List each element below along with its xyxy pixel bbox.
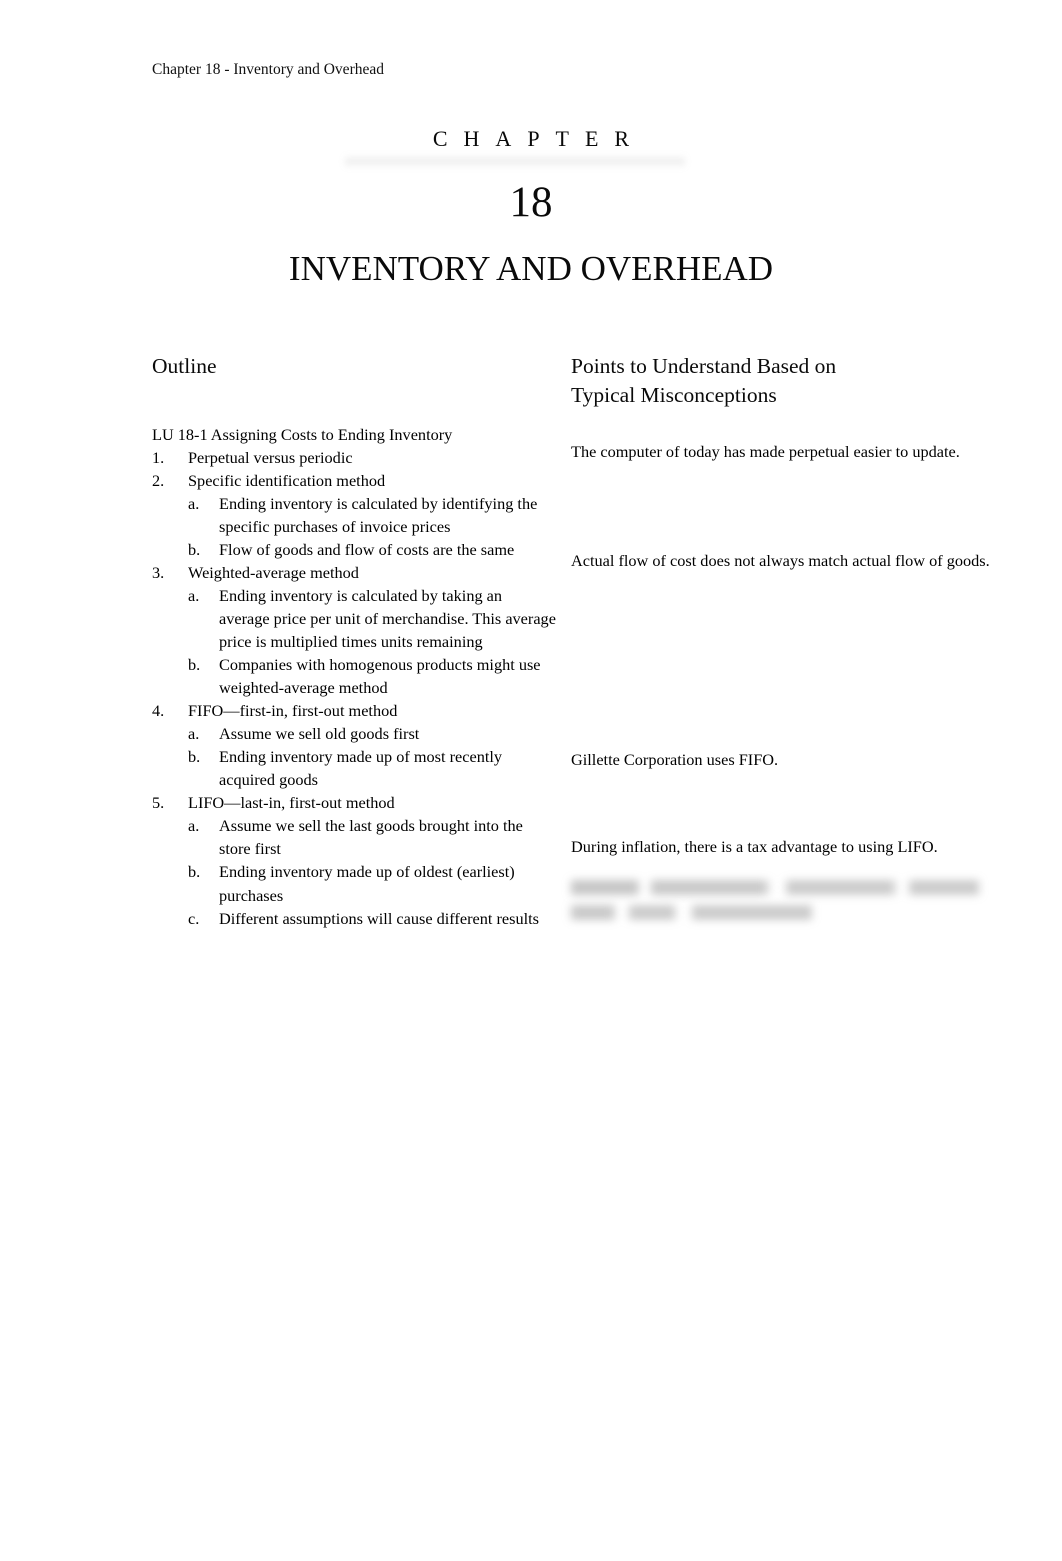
outline-subitem: a. Ending inventory is calculated by tak…: [152, 584, 556, 653]
outline-subitem-marker: b.: [188, 862, 201, 882]
redacted-note-block: [571, 880, 981, 930]
points-heading-line-1: Points to Understand Based on: [571, 354, 837, 378]
redacted-text-line: [571, 905, 813, 920]
chapter-rule-redacted: [345, 155, 685, 168]
outline-sublist: a. Ending inventory is calculated by ide…: [152, 492, 556, 561]
outline-subitem: b. Companies with homogenous products mi…: [152, 653, 556, 699]
outline-subitem-text: Ending inventory made up of most recentl…: [219, 747, 503, 790]
learning-unit-line: LU 18-1 Assigning Costs to Ending Invent…: [152, 424, 453, 444]
outline-item-marker: 5.: [152, 793, 165, 813]
outline-item-text: Perpetual versus periodic: [188, 447, 353, 467]
outline-subitem: c. Different assumptions will cause diff…: [152, 907, 556, 930]
outline-subitem-marker: a.: [188, 493, 200, 513]
outline-subitem-marker: a.: [188, 724, 200, 744]
outline-subitem: b. Flow of goods and flow of costs are t…: [152, 538, 556, 561]
document-page: Chapter 18 - Inventory and Overhead CHAP…: [0, 0, 1062, 1561]
outline-subitem-text: Ending inventory is calculated by taking…: [219, 585, 556, 652]
points-heading: Points to Understand Based on Typical Mi…: [571, 352, 1003, 409]
outline-list: 1. Perpetual versus periodic 2. Specific…: [152, 446, 556, 930]
outline-subitem-marker: a.: [188, 816, 200, 836]
chapter-title: INVENTORY AND OVERHEAD: [288, 248, 774, 288]
points-column: Points to Understand Based on Typical Mi…: [571, 352, 1003, 920]
outline-subitem: b. Ending inventory made up of oldest (e…: [152, 860, 556, 906]
outline-item-text: FIFO—first-in, first-out method: [188, 701, 398, 721]
outline-item-text: LIFO—last-in, first-out method: [188, 793, 395, 813]
body-columns: Outline LU 18-1 Assigning Costs to Endin…: [0, 352, 1062, 1012]
outline-subitem-marker: b.: [188, 539, 201, 559]
outline-item-text: Weighted-average method: [188, 562, 359, 582]
points-heading-line-2: Typical Misconceptions: [571, 382, 777, 407]
redacted-text-line: [571, 880, 981, 895]
outline-heading: Outline: [152, 354, 217, 378]
outline-subitem-marker: a.: [188, 585, 200, 605]
outline-subitem-text: Ending inventory made up of oldest (earl…: [219, 862, 515, 905]
outline-item-text: Specific identification method: [188, 470, 386, 490]
outline-item-marker: 1.: [152, 447, 165, 467]
outline-subitem: a. Ending inventory is calculated by ide…: [152, 492, 556, 538]
outline-subitem-marker: c.: [188, 908, 200, 928]
outline-subitem-text: Assume we sell old goods first: [219, 724, 420, 744]
running-header: Chapter 18 - Inventory and Overhead: [152, 61, 384, 78]
point-note: During inflation, there is a tax advanta…: [571, 837, 938, 856]
outline-subitem-text: Different assumptions will cause differe…: [219, 908, 539, 928]
point-note: Actual flow of cost does not always matc…: [571, 551, 990, 570]
outline-subitem-text: Companies with homogenous products might…: [219, 655, 541, 698]
outline-item: 4. FIFO—first-in, first-out method: [152, 699, 556, 722]
outline-item-marker: 3.: [152, 562, 165, 582]
outline-subitem-text: Flow of goods and flow of costs are the …: [219, 539, 515, 559]
outline-column: Outline LU 18-1 Assigning Costs to Endin…: [152, 352, 556, 930]
outline-subitem-text: Assume we sell the last goods brought in…: [219, 816, 523, 859]
point-note: The computer of today has made perpetual…: [571, 442, 960, 461]
outline-item: 1. Perpetual versus periodic: [152, 446, 556, 469]
outline-subitem-text: Ending inventory is calculated by identi…: [219, 493, 538, 536]
outline-sublist: a. Assume we sell the last goods brought…: [152, 814, 556, 929]
outline-item: 5. LIFO—last-in, first-out method: [152, 791, 556, 814]
outline-subitem: a. Assume we sell the last goods brought…: [152, 814, 556, 860]
outline-item-marker: 2.: [152, 470, 165, 490]
outline-subitem: a. Assume we sell old goods first: [152, 722, 556, 745]
outline-subitem: b. Ending inventory made up of most rece…: [152, 745, 556, 791]
outline-sublist: a. Assume we sell old goods first b. End…: [152, 722, 556, 791]
outline-sublist: a. Ending inventory is calculated by tak…: [152, 584, 556, 699]
point-note: Gillette Corporation uses FIFO.: [571, 750, 779, 769]
chapter-number: 18: [509, 179, 553, 227]
outline-item-marker: 4.: [152, 701, 165, 721]
outline-item: 3. Weighted-average method: [152, 561, 556, 584]
outline-item: 2. Specific identification method: [152, 469, 556, 492]
chapter-word-label: CHAPTER: [432, 126, 646, 151]
outline-subitem-marker: b.: [188, 655, 201, 675]
chapter-heading-block: CHAPTER 18 INVENTORY AND OVERHEAD: [0, 126, 1062, 288]
outline-subitem-marker: b.: [188, 747, 201, 767]
